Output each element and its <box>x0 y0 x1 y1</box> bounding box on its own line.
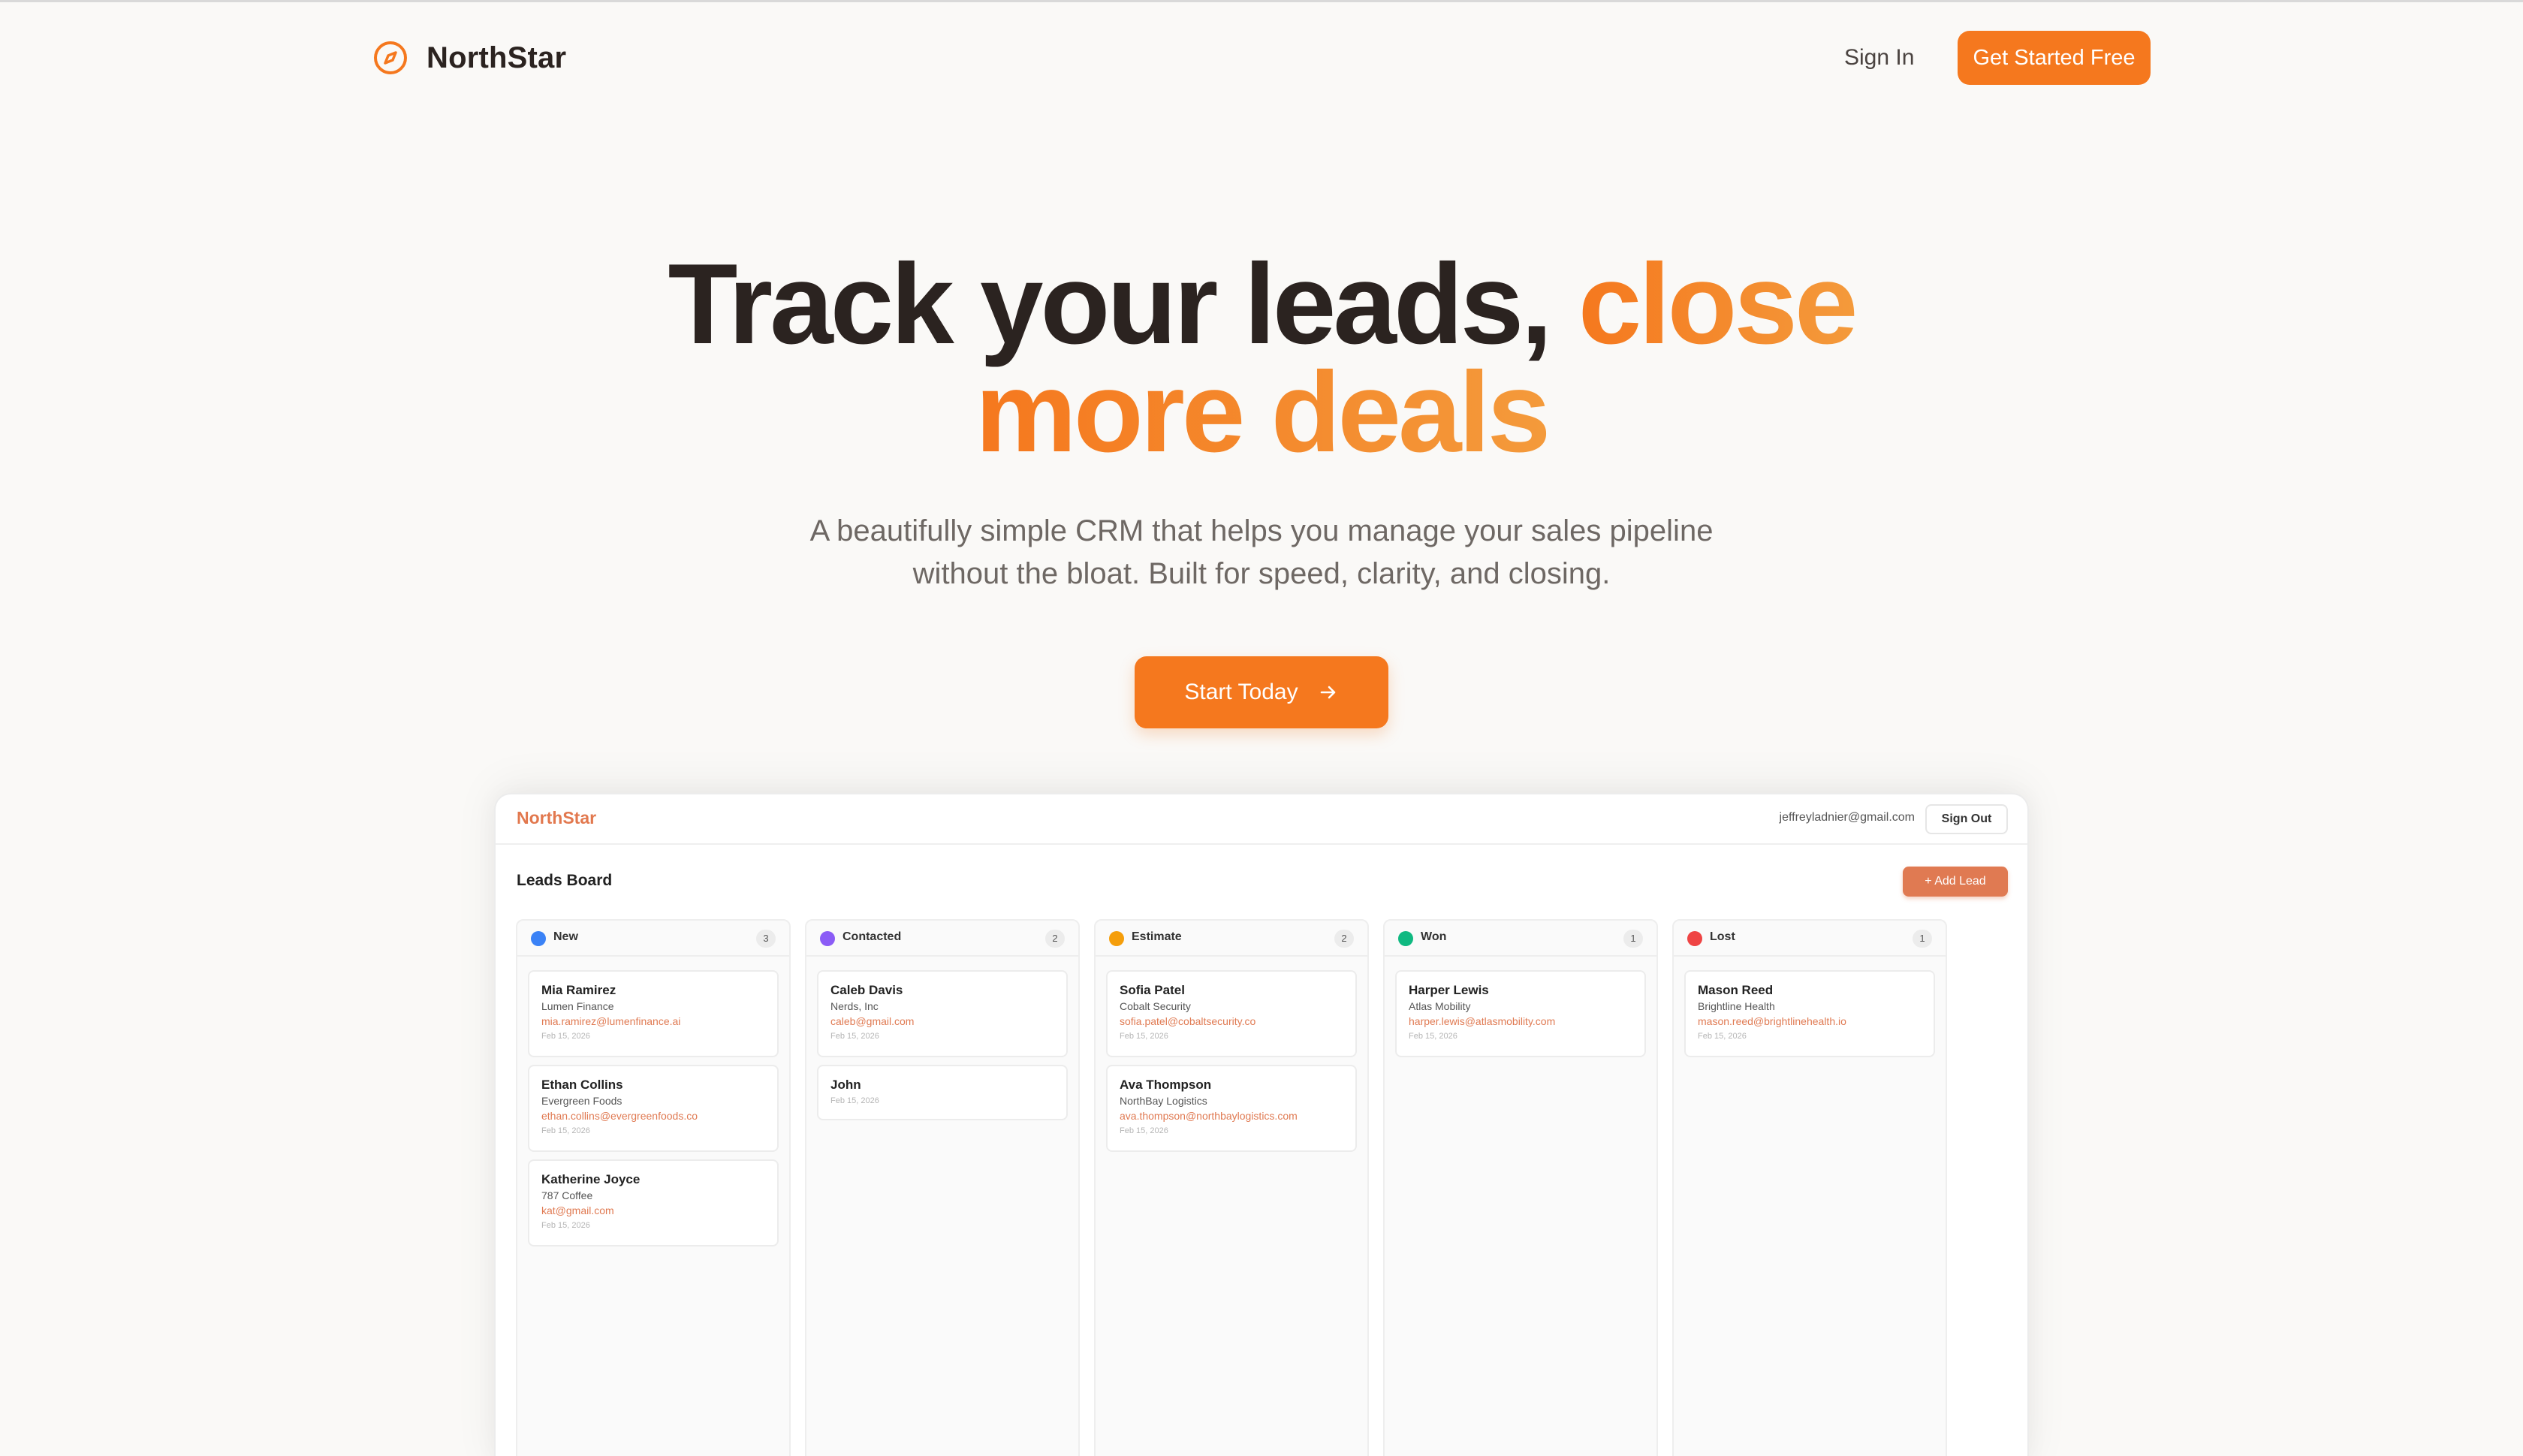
lead-name: Katherine Joyce <box>541 1172 641 1186</box>
preview-header: NorthStar jeffreyladnier@gmail.com Sign … <box>496 794 2027 845</box>
lead-date: Feb 15, 2026 <box>1120 1126 1168 1135</box>
app-preview: NorthStar jeffreyladnier@gmail.com Sign … <box>494 793 2029 1456</box>
lead-name: John <box>830 1078 861 1092</box>
add-lead-button[interactable]: + Add Lead <box>1903 867 2008 897</box>
lead-company: Lumen Finance <box>541 1000 614 1012</box>
status-dot <box>1687 931 1702 946</box>
lead-email: kat@gmail.com <box>541 1204 614 1216</box>
column-header: Contacted 2 <box>806 921 1078 957</box>
lead-card[interactable]: Ava Thompson NorthBay Logistics ava.thom… <box>1106 1065 1357 1152</box>
start-today-label: Start Today <box>1184 680 1298 704</box>
lead-name: Caleb Davis <box>830 983 903 997</box>
lead-date: Feb 15, 2026 <box>1409 1032 1457 1041</box>
hero-subtitle-line-2: without the bloat. Built for speed, clar… <box>912 557 1611 590</box>
column-contacted: Contacted 2 Caleb Davis Nerds, Inc caleb… <box>805 919 1080 1456</box>
status-dot <box>1109 931 1124 946</box>
lead-name: Sofia Patel <box>1120 983 1185 997</box>
lead-email: mia.ramirez@lumenfinance.ai <box>541 1015 681 1027</box>
lead-email: mason.reed@brightlinehealth.io <box>1698 1015 1846 1027</box>
column-estimate: Estimate 2 Sofia Patel Cobalt Security s… <box>1094 919 1369 1456</box>
lead-card[interactable]: Ethan Collins Evergreen Foods ethan.coll… <box>528 1065 779 1152</box>
lead-name: Mason Reed <box>1698 983 1774 997</box>
column-name: New <box>553 930 578 943</box>
lead-card[interactable]: Mia Ramirez Lumen Finance mia.ramirez@lu… <box>528 970 779 1057</box>
hero-subtitle-line-1: A beautifully simple CRM that helps you … <box>809 514 1714 547</box>
status-dot <box>820 931 835 946</box>
lead-card[interactable]: Harper Lewis Atlas Mobility harper.lewis… <box>1395 970 1646 1057</box>
lead-company: Evergreen Foods <box>541 1095 622 1107</box>
lead-date: Feb 15, 2026 <box>830 1096 879 1105</box>
column-won: Won 1 Harper Lewis Atlas Mobility harper… <box>1383 919 1658 1456</box>
lead-company: Cobalt Security <box>1120 1000 1191 1012</box>
lead-date: Feb 15, 2026 <box>1120 1032 1168 1041</box>
lead-email: ethan.collins@evergreenfoods.co <box>541 1110 698 1122</box>
brand-name: NorthStar <box>427 41 567 74</box>
lead-card[interactable]: Caleb Davis Nerds, Inc caleb@gmail.com F… <box>817 970 1068 1057</box>
lead-email: ava.thompson@northbaylogistics.com <box>1120 1110 1298 1122</box>
lead-name: Ethan Collins <box>541 1078 623 1092</box>
column-name: Won <box>1421 930 1447 943</box>
column-name: Contacted <box>843 930 902 943</box>
column-new: New 3 Mia Ramirez Lumen Finance mia.rami… <box>516 919 791 1456</box>
sign-in-link[interactable]: Sign In <box>1844 38 1914 77</box>
column-count-badge: 1 <box>1913 930 1932 948</box>
hero-title-accent-2: more deals <box>975 348 1551 476</box>
get-started-button[interactable]: Get Started Free <box>1958 31 2151 85</box>
lead-company: Nerds, Inc <box>830 1000 879 1012</box>
lead-date: Feb 15, 2026 <box>830 1032 879 1041</box>
column-header: Estimate 2 <box>1096 921 1367 957</box>
lead-email: sofia.patel@cobaltsecurity.co <box>1120 1015 1256 1027</box>
board-title: Leads Board <box>517 872 613 889</box>
lead-date: Feb 15, 2026 <box>1698 1032 1747 1041</box>
lead-company: 787 Coffee <box>541 1189 593 1201</box>
lead-company: Atlas Mobility <box>1409 1000 1471 1012</box>
lead-company: NorthBay Logistics <box>1120 1095 1207 1107</box>
top-nav: NorthStar Sign In Get Started Free <box>0 2 2523 115</box>
status-dot <box>531 931 546 946</box>
preview-brand: NorthStar <box>517 808 597 827</box>
hero-title-accent-1: close <box>1578 240 1858 368</box>
lead-date: Feb 15, 2026 <box>541 1221 590 1230</box>
column-name: Estimate <box>1132 930 1182 943</box>
lead-card[interactable]: Mason Reed Brightline Health mason.reed@… <box>1684 970 1935 1057</box>
column-header: Lost 1 <box>1674 921 1946 957</box>
lead-card[interactable]: Sofia Patel Cobalt Security sofia.patel@… <box>1106 970 1357 1057</box>
column-count-badge: 3 <box>756 930 776 948</box>
sign-out-button[interactable]: Sign Out <box>1925 804 2008 834</box>
hero-title: Track your leads, close more deals <box>0 247 2523 469</box>
column-lost: Lost 1 Mason Reed Brightline Health maso… <box>1672 919 1947 1456</box>
hero-subtitle: A beautifully simple CRM that helps you … <box>0 510 2523 595</box>
lead-card[interactable]: John Feb 15, 2026 <box>817 1065 1068 1120</box>
lead-card[interactable]: Katherine Joyce 787 Coffee kat@gmail.com… <box>528 1159 779 1246</box>
column-header: New 3 <box>517 921 789 957</box>
column-count-badge: 2 <box>1334 930 1354 948</box>
lead-name: Mia Ramirez <box>541 983 616 997</box>
brand-logo[interactable]: NorthStar <box>372 38 566 77</box>
preview-user-email: jeffreyladnier@gmail.com <box>1779 811 1915 824</box>
lead-email: caleb@gmail.com <box>830 1015 915 1027</box>
arrow-right-icon <box>1320 686 1335 699</box>
column-name: Lost <box>1710 930 1735 943</box>
column-count-badge: 2 <box>1045 930 1065 948</box>
lead-date: Feb 15, 2026 <box>541 1126 590 1135</box>
status-dot <box>1398 931 1413 946</box>
lead-email: harper.lewis@atlasmobility.com <box>1409 1015 1556 1027</box>
start-today-button[interactable]: Start Today <box>1135 656 1388 728</box>
lead-company: Brightline Health <box>1698 1000 1775 1012</box>
column-count-badge: 1 <box>1623 930 1643 948</box>
lead-date: Feb 15, 2026 <box>541 1032 590 1041</box>
lead-name: Harper Lewis <box>1409 983 1489 997</box>
column-header: Won 1 <box>1385 921 1656 957</box>
lead-name: Ava Thompson <box>1120 1078 1212 1092</box>
compass-icon <box>374 41 407 74</box>
